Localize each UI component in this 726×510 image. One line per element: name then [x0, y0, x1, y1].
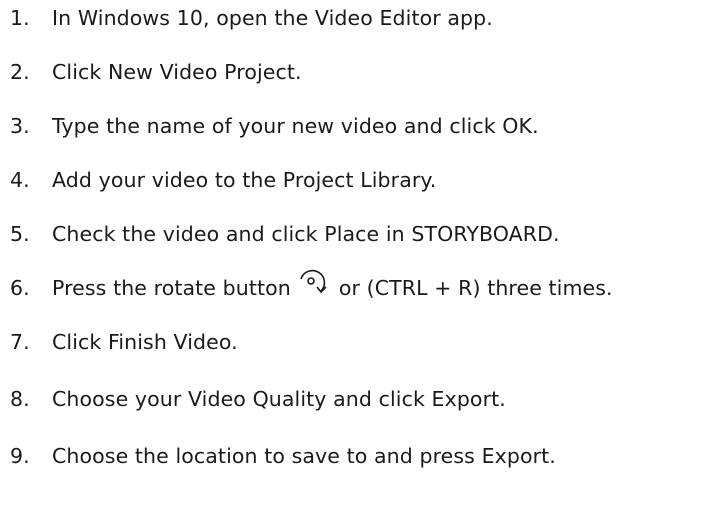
step-2: 2. Click New Video Project.	[10, 57, 302, 87]
step-number: 3.	[10, 114, 30, 138]
step-7: 7. Click Finish Video.	[10, 327, 238, 357]
step-1: 1. In Windows 10, open the Video Editor …	[10, 3, 493, 33]
step-number: 9.	[10, 444, 30, 468]
step-text: Click Finish Video.	[52, 330, 238, 354]
step-text: Choose the location to save to and press…	[52, 444, 556, 468]
step-6: 6. Press the rotate button or (CTRL + R)…	[10, 269, 613, 303]
step-number: 2.	[10, 60, 30, 84]
step-text-after-icon: or (CTRL + R) three times.	[338, 276, 613, 300]
step-text: Choose your Video Quality and click Expo…	[52, 387, 506, 411]
step-number: 5.	[10, 222, 30, 246]
step-text: Add your video to the Project Library.	[52, 168, 437, 192]
step-text: Check the video and click Place in STORY…	[52, 222, 560, 246]
step-number: 7.	[10, 330, 30, 354]
step-text: Type the name of your new video and clic…	[52, 114, 539, 138]
step-8: 8. Choose your Video Quality and click E…	[10, 384, 506, 414]
rotate-icon	[296, 267, 330, 297]
step-number: 8.	[10, 387, 30, 411]
step-text: In Windows 10, open the Video Editor app…	[52, 6, 493, 30]
step-text: Click New Video Project.	[52, 60, 302, 84]
step-number: 4.	[10, 168, 30, 192]
step-5: 5. Check the video and click Place in ST…	[10, 219, 560, 249]
step-9: 9. Choose the location to save to and pr…	[10, 441, 556, 471]
step-4: 4. Add your video to the Project Library…	[10, 165, 436, 195]
step-text-before-icon: Press the rotate button	[52, 276, 291, 300]
step-number: 1.	[10, 6, 30, 30]
step-number: 6.	[10, 276, 30, 300]
step-3: 3. Type the name of your new video and c…	[10, 111, 539, 141]
step-text: Press the rotate button or (CTRL + R) th…	[52, 269, 613, 303]
